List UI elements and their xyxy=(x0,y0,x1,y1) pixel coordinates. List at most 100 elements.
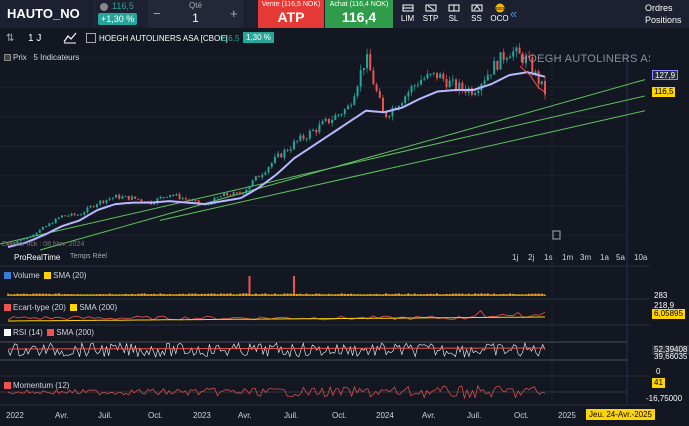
candle-body xyxy=(353,96,356,105)
candle-body xyxy=(105,199,108,203)
candle-body xyxy=(162,196,165,198)
candle-body xyxy=(299,135,302,141)
candle-body xyxy=(130,196,133,200)
candle-body xyxy=(505,58,508,60)
std-dev-lines xyxy=(7,310,546,322)
candle-body xyxy=(102,200,105,203)
candle-body xyxy=(140,199,143,202)
candle-body xyxy=(318,124,321,133)
volume-bar xyxy=(248,276,251,296)
candle-body xyxy=(296,140,299,142)
candle-body xyxy=(369,53,372,71)
candle-body xyxy=(273,156,276,163)
candle-body xyxy=(334,115,337,120)
ecart-sma-legend-label: SMA (200) xyxy=(79,303,118,312)
candle-body xyxy=(216,197,219,199)
ecart-sma-legend-icon xyxy=(70,304,78,311)
price-legend-label: Prix xyxy=(13,53,27,62)
high-price-tag: 127,9 xyxy=(652,70,679,80)
volume-legend-icon xyxy=(4,272,11,279)
candle-body xyxy=(242,193,245,195)
volume-legend[interactable]: Volume SMA (20) xyxy=(4,271,86,280)
candle-body xyxy=(115,194,118,198)
volume-sma-legend-icon xyxy=(44,272,52,279)
candle-body xyxy=(343,109,346,115)
candle-body xyxy=(235,192,238,194)
x-axis-label: Juil. xyxy=(98,411,113,420)
x-axis-label: 2025 xyxy=(558,411,576,420)
rsi-value-tag-b: 39,66035 xyxy=(654,352,688,361)
candle-body xyxy=(70,213,73,216)
period-1s[interactable]: 1s xyxy=(544,253,552,262)
period-2j[interactable]: 2j xyxy=(528,253,534,262)
candle-body xyxy=(512,51,515,57)
period-1j[interactable]: 1j xyxy=(512,253,518,262)
candle-body xyxy=(308,130,311,139)
candle-body xyxy=(188,199,191,201)
candle-body xyxy=(35,232,38,235)
candle-body xyxy=(502,52,505,60)
ecart-legend-icon xyxy=(4,304,11,311)
candle-body xyxy=(432,72,435,74)
candle-body xyxy=(83,212,86,215)
candle-body xyxy=(111,197,114,199)
period-10a[interactable]: 10a xyxy=(634,253,647,262)
candle-body xyxy=(41,227,44,230)
price-legend-icon xyxy=(4,54,11,61)
candle-body xyxy=(362,68,365,71)
period-3m[interactable]: 3m xyxy=(580,253,591,262)
candle-body xyxy=(499,52,502,70)
candle-body xyxy=(337,114,340,116)
candle-body xyxy=(439,73,442,79)
candle-body xyxy=(509,56,512,59)
candle-body xyxy=(92,206,95,208)
rsi-zero-tag: 0 xyxy=(656,367,661,376)
candle-body xyxy=(226,192,229,196)
x-axis-label: Avr. xyxy=(55,411,69,420)
candle-body xyxy=(258,176,261,178)
candle-body xyxy=(178,194,181,199)
candle-body xyxy=(302,135,305,139)
candle-body xyxy=(340,114,343,116)
candle-body xyxy=(455,79,458,91)
period-5a[interactable]: 5a xyxy=(616,253,625,262)
candle-body xyxy=(64,215,67,217)
candle-body xyxy=(312,129,315,131)
candle-body xyxy=(134,196,137,199)
candle-body xyxy=(315,129,318,133)
period-1m[interactable]: 1m xyxy=(562,253,573,262)
momentum-legend[interactable]: Momentum (12) xyxy=(4,381,69,390)
volume-legend-label: Volume xyxy=(13,271,40,280)
candle-body xyxy=(121,196,124,199)
candle-body xyxy=(232,192,235,196)
candle-body xyxy=(223,192,226,197)
candle-body xyxy=(181,198,184,200)
candle-body xyxy=(477,90,480,94)
candle-body xyxy=(238,192,241,195)
candle-body xyxy=(413,85,416,87)
candle-body xyxy=(445,79,448,88)
candle-body xyxy=(292,141,295,150)
candle-body xyxy=(80,214,83,216)
candle-body xyxy=(378,90,381,98)
rsi-legend[interactable]: RSI (14) SMA (200) xyxy=(4,328,94,337)
candle-body xyxy=(67,215,70,217)
candle-body xyxy=(350,104,353,107)
candle-body xyxy=(54,218,57,224)
candle-body xyxy=(515,47,518,52)
last-price-tag: 116,5 xyxy=(652,87,676,97)
candle-body xyxy=(435,72,438,79)
ecart-legend[interactable]: Ecart-type (20) SMA (200) xyxy=(4,303,117,312)
candle-body xyxy=(165,196,168,198)
candle-body xyxy=(401,103,404,106)
price-legend[interactable]: Prix 5 Indicateurs xyxy=(4,53,79,62)
rsi-legend-label: RSI (14) xyxy=(13,328,43,337)
candle-body xyxy=(153,203,156,205)
momentum-legend-icon xyxy=(4,382,11,389)
candle-body xyxy=(264,172,267,175)
momentum-legend-label: Momentum (12) xyxy=(13,381,70,390)
indicators-button[interactable]: 5 Indicateurs xyxy=(33,53,79,62)
candle-body xyxy=(219,196,222,198)
period-1a[interactable]: 1a xyxy=(600,253,609,262)
candle-body xyxy=(327,118,330,124)
